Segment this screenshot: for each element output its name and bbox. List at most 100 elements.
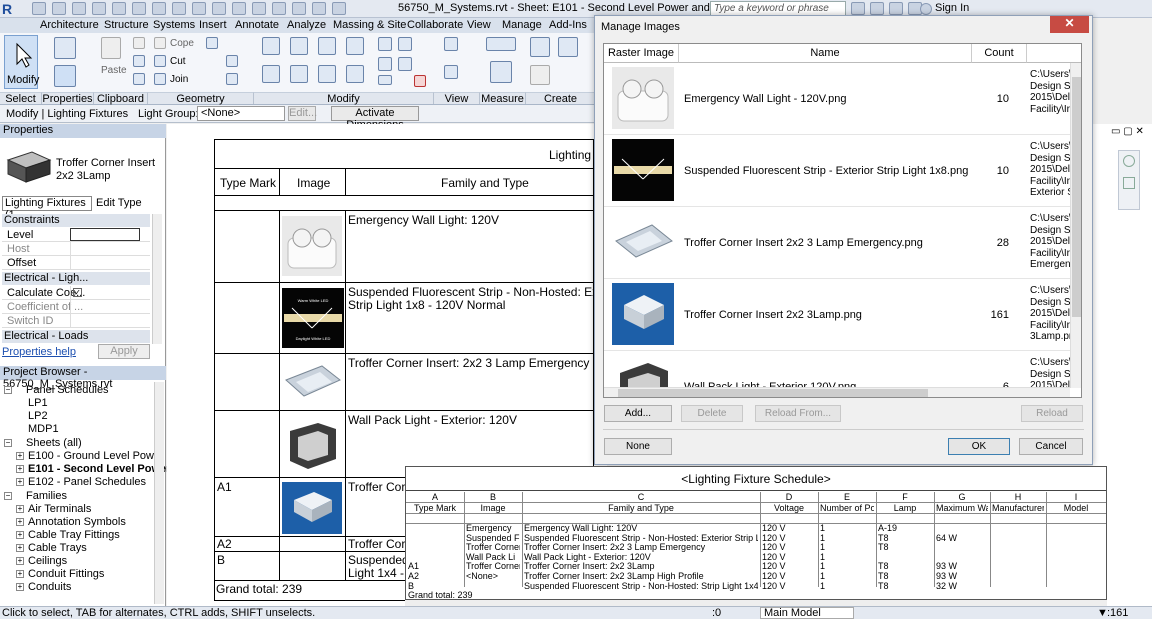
cancel-button[interactable]: Cancel — [1019, 438, 1083, 455]
list-vertical-scrollbar[interactable] — [1070, 63, 1081, 388]
ok-button[interactable]: OK — [948, 438, 1010, 455]
expand-icon[interactable]: + — [16, 557, 24, 565]
properties-help-link[interactable]: Properties help — [2, 346, 76, 358]
tab-architecture[interactable]: Architecture — [40, 19, 99, 31]
reload-button[interactable]: Reload — [1021, 405, 1083, 422]
expand-icon[interactable]: + — [16, 505, 24, 513]
browser-annotation-symbols[interactable]: Annotation Symbols — [28, 516, 126, 528]
scale-icon[interactable] — [378, 57, 392, 71]
browser-lp2[interactable]: LP2 — [28, 410, 48, 422]
light-group-edit-button[interactable]: Edit... — [288, 106, 317, 121]
col-count[interactable]: Count — [972, 44, 1027, 63]
unpin-icon[interactable] — [378, 75, 392, 85]
apply-button[interactable]: Apply — [98, 344, 150, 359]
browser-panel-schedules[interactable]: Panel Schedules — [26, 384, 109, 396]
rotate-icon[interactable] — [318, 65, 336, 83]
undo-icon[interactable] — [92, 2, 106, 15]
modify-button[interactable]: Modify — [4, 35, 39, 89]
create-assembly-icon[interactable] — [530, 37, 550, 57]
collapse-icon[interactable]: − — [4, 439, 12, 447]
aligned-dimension-icon[interactable] — [486, 37, 516, 51]
tab-massing-site[interactable]: Massing & Site — [333, 19, 406, 31]
paint-icon[interactable] — [133, 73, 145, 85]
add-image-button[interactable]: Add... — [604, 405, 672, 422]
panel-select[interactable]: Select — [0, 92, 42, 105]
subscription-icon[interactable] — [870, 2, 884, 15]
tab-collaborate[interactable]: Collaborate — [407, 19, 463, 31]
expand-icon[interactable]: + — [16, 465, 24, 473]
delete-image-button[interactable]: Delete — [681, 405, 743, 422]
browser-lp1[interactable]: LP1 — [28, 397, 48, 409]
tab-annotate[interactable]: Annotate — [235, 19, 279, 31]
trim-extend-icon[interactable] — [346, 65, 364, 83]
tab-analyze[interactable]: Analyze — [287, 19, 326, 31]
col-path[interactable] — [1027, 44, 1081, 63]
lighting-fixture-schedule[interactable]: <Lighting Fixture Schedule> A B C D E F G H I Typ… — [405, 466, 1107, 600]
browser-conduits[interactable]: Conduits — [28, 581, 71, 593]
browser-conduit-fittings[interactable]: Conduit Fittings — [28, 568, 104, 580]
mirror-draw-icon[interactable] — [346, 37, 364, 55]
prop-switch-id-value[interactable] — [70, 314, 140, 327]
tab-insert[interactable]: Insert — [199, 19, 227, 31]
expand-icon[interactable]: + — [16, 583, 24, 591]
communication-icon[interactable] — [889, 2, 903, 15]
col-raster-image[interactable]: Raster Image — [604, 44, 679, 63]
3d-view-icon[interactable] — [232, 2, 246, 15]
browser-mdp1[interactable]: MDP1 — [28, 423, 59, 435]
type-properties-icon[interactable] — [54, 37, 76, 59]
measure-icon[interactable] — [152, 2, 166, 15]
app-menu-button[interactable]: R — [2, 1, 26, 17]
group-electrical-lighting[interactable]: Electrical - Ligh... — [2, 272, 150, 285]
browser-e102[interactable]: E102 - Panel Schedules — [28, 476, 146, 488]
prop-level-value[interactable] — [70, 228, 140, 241]
dialog-close-button[interactable]: ✕ — [1050, 16, 1089, 33]
close-hidden-icon[interactable] — [292, 2, 306, 15]
collapse-icon[interactable]: − — [4, 492, 12, 500]
browser-ceilings[interactable]: Ceilings — [28, 555, 67, 567]
create-parts-icon[interactable] — [558, 37, 578, 57]
tab-structure[interactable]: Structure — [104, 19, 149, 31]
expand-icon[interactable]: + — [16, 452, 24, 460]
copy-element-icon[interactable] — [290, 65, 308, 83]
zoom-icon[interactable] — [1123, 177, 1135, 189]
tab-manage[interactable]: Manage — [502, 19, 542, 31]
mirror-axis-icon[interactable] — [318, 37, 336, 55]
create-group-icon[interactable] — [530, 65, 550, 85]
edit-type-button[interactable]: Edit Type — [96, 197, 142, 209]
thin-lines-icon[interactable] — [272, 2, 286, 15]
image-row[interactable]: Troffer Corner Insert 2x2 3Lamp.png 161 … — [604, 279, 1080, 351]
light-group-select[interactable]: <None> — [197, 106, 285, 121]
properties-icon[interactable] — [54, 65, 76, 87]
browser-cable-trays[interactable]: Cable Trays — [28, 542, 87, 554]
join-icon[interactable] — [154, 73, 166, 85]
browser-air-terminals[interactable]: Air Terminals — [28, 503, 91, 515]
expand-icon[interactable]: + — [16, 531, 24, 539]
expand-icon[interactable]: + — [16, 478, 24, 486]
cut-scissors-icon[interactable] — [133, 37, 145, 49]
search-icon[interactable] — [851, 2, 865, 15]
hide-icon[interactable] — [444, 37, 458, 51]
copy-icon[interactable] — [154, 37, 166, 49]
sync-icon[interactable] — [72, 2, 86, 15]
group-constraints[interactable]: Constraints — [2, 214, 150, 227]
prop-offset-value[interactable] — [70, 256, 140, 269]
category-filter-select[interactable]: Lighting Fixtures (1 — [2, 196, 92, 221]
save-icon[interactable] — [52, 2, 66, 15]
activate-dimensions-button[interactable]: Activate Dimensions — [331, 106, 419, 131]
sign-in-link[interactable]: Sign In — [935, 2, 969, 14]
tab-view[interactable]: View — [467, 19, 491, 31]
browser-sheets[interactable]: Sheets (all) — [26, 437, 82, 449]
paste-icon[interactable] — [101, 37, 121, 59]
tab-systems[interactable]: Systems — [153, 19, 195, 31]
cut-geometry-icon[interactable] — [154, 55, 166, 67]
type-selector-name[interactable]: Troffer Corner Insert 2x2 3Lamp — [56, 157, 155, 183]
offset-icon[interactable] — [290, 37, 308, 55]
align-icon[interactable] — [262, 37, 280, 55]
steering-wheel-icon[interactable] — [1123, 155, 1135, 167]
demolish-icon[interactable] — [226, 73, 238, 85]
expand-icon[interactable]: + — [16, 518, 24, 526]
browser-families[interactable]: Families — [26, 490, 67, 502]
tab-add-ins[interactable]: Add-Ins — [549, 19, 587, 31]
move-icon[interactable] — [262, 65, 280, 83]
reload-from-button[interactable]: Reload From... — [755, 405, 841, 422]
